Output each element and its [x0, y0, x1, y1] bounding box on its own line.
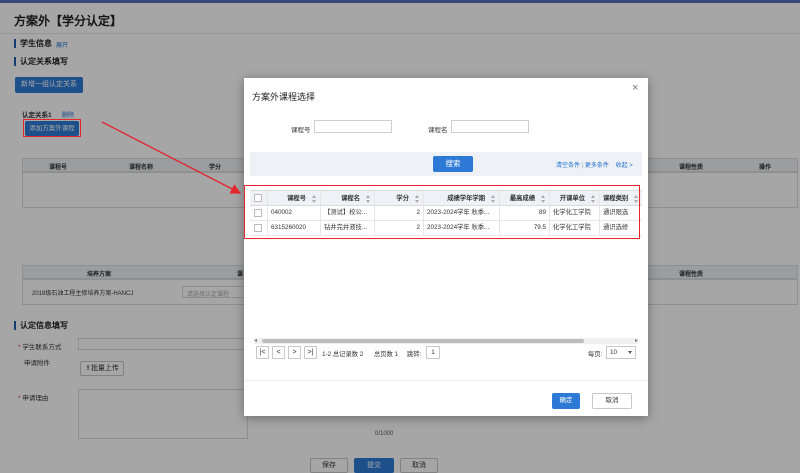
annotation-arrow: [101, 121, 242, 194]
